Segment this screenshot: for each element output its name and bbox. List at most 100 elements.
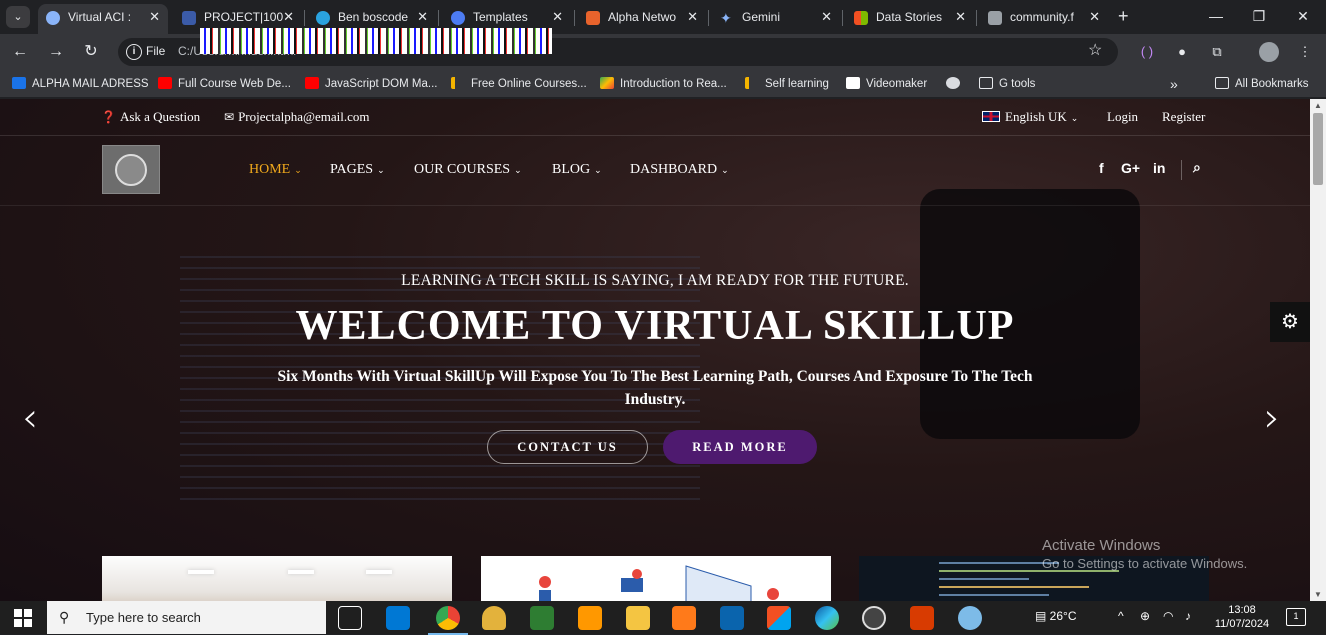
scroll-up-icon[interactable]: ▲: [1314, 101, 1322, 110]
extension-brackets-icon[interactable]: ( ): [1137, 42, 1157, 62]
tab-data-stories[interactable]: Data Stories ✕: [846, 4, 974, 34]
excel-icon[interactable]: [530, 606, 554, 630]
email-link[interactable]: ✉ Projectalpha@email.com: [224, 109, 370, 125]
redacted-overlay: [200, 28, 552, 54]
close-window-button[interactable]: ✕: [1283, 4, 1323, 30]
scroll-down-icon[interactable]: ▼: [1314, 590, 1322, 599]
close-icon[interactable]: ✕: [1089, 4, 1100, 30]
close-icon[interactable]: ✕: [687, 4, 698, 30]
close-icon[interactable]: ✕: [552, 4, 563, 30]
linkedin-icon[interactable]: in: [1153, 160, 1165, 176]
tab-label: Virtual ACI :: [68, 10, 132, 24]
puzzle-icon[interactable]: ⧉: [1207, 42, 1227, 62]
reload-icon[interactable]: ↻: [79, 40, 103, 64]
windows-start-icon[interactable]: [14, 609, 32, 627]
ceiling-light: [366, 570, 392, 574]
settings-gear-icon[interactable]: ⚙: [1270, 302, 1310, 342]
close-icon[interactable]: ✕: [955, 4, 966, 30]
all-bookmarks-folder[interactable]: All Bookmarks: [1215, 75, 1309, 93]
task-view-icon[interactable]: [338, 606, 362, 630]
file-explorer-icon[interactable]: [626, 606, 650, 630]
facebook-icon[interactable]: f: [1099, 160, 1104, 176]
search-icon[interactable]: ⌕: [1193, 160, 1201, 176]
wifi-icon[interactable]: ◠: [1163, 609, 1173, 623]
sublime-icon[interactable]: [578, 606, 602, 630]
restore-button[interactable]: ❐: [1239, 4, 1279, 30]
tab-search-chevron-icon[interactable]: ⌄: [6, 6, 30, 28]
system-clock[interactable]: 13:08 11/07/2024: [1212, 603, 1272, 631]
contact-us-button[interactable]: CONTACT US: [487, 430, 648, 464]
scroll-thumb[interactable]: [1313, 113, 1323, 185]
edge-icon[interactable]: [815, 606, 839, 630]
google-plus-icon[interactable]: G+: [1121, 160, 1140, 176]
tab-alpha-network[interactable]: Alpha Netwo ✕: [578, 4, 706, 34]
microsoft-logo-icon: [854, 11, 868, 25]
taskbar-search-box[interactable]: ⚲ Type here to search: [47, 601, 326, 634]
close-icon[interactable]: ✕: [417, 4, 428, 30]
mail-icon: [12, 77, 26, 89]
bookmark-free-online-courses[interactable]: Free Online Courses...: [451, 75, 587, 93]
volume-icon[interactable]: ♪: [1185, 609, 1191, 623]
tab-community[interactable]: community.f ✕: [980, 4, 1108, 34]
network-globe-icon[interactable]: ⊕: [1140, 609, 1150, 623]
close-icon[interactable]: ✕: [821, 4, 832, 30]
close-icon[interactable]: ✕: [149, 4, 160, 30]
forward-arrow-icon[interactable]: →: [44, 40, 68, 64]
bookmark-globe[interactable]: [946, 75, 966, 93]
back-arrow-icon[interactable]: ←: [8, 40, 32, 64]
nav-our-courses[interactable]: OUR COURSES ⌄: [414, 162, 522, 178]
page-scrollbar[interactable]: ▲ ▼: [1310, 99, 1326, 601]
nav-label: DASHBOARD: [630, 162, 718, 177]
carousel-prev-icon[interactable]: ‹: [22, 395, 38, 441]
new-tab-button[interactable]: +: [1118, 5, 1138, 29]
language-selector[interactable]: English UK ⌄: [982, 109, 1078, 125]
kebab-menu-icon[interactable]: ⋮: [1295, 42, 1315, 62]
tray-chevron-up-icon[interactable]: ^: [1118, 609, 1124, 623]
mail-icon[interactable]: [720, 606, 744, 630]
site-logo[interactable]: [102, 145, 160, 194]
close-icon[interactable]: ✕: [283, 4, 294, 30]
read-more-button[interactable]: READ MORE: [663, 430, 817, 464]
profile-avatar-icon[interactable]: [1259, 42, 1279, 62]
tab-virtual-aci[interactable]: Virtual ACI : ✕: [38, 4, 168, 34]
bookmark-self-learning[interactable]: Self learning: [745, 75, 829, 93]
bookmark-alpha-mail[interactable]: ALPHA MAIL ADRESS: [12, 75, 149, 93]
obs-icon[interactable]: [862, 606, 886, 630]
register-link[interactable]: Register: [1162, 109, 1205, 125]
minimize-button[interactable]: —: [1196, 4, 1236, 30]
bookmark-javascript-dom[interactable]: JavaScript DOM Ma...: [305, 75, 437, 93]
nav-blog[interactable]: BLOG ⌄: [552, 162, 602, 178]
wps-icon[interactable]: [910, 606, 934, 630]
search-placeholder: Type here to search: [86, 610, 201, 625]
vscode-icon[interactable]: [386, 606, 410, 630]
nav-pages[interactable]: PAGES ⌄: [330, 162, 385, 178]
browser-tab-strip: ⌄ Virtual ACI : ✕ PROJECT|100 ✕ Ben bosc…: [0, 0, 1326, 34]
nav-home[interactable]: HOME ⌄: [249, 162, 302, 178]
bookmark-folder-g-tools[interactable]: G tools: [979, 75, 1035, 93]
login-link[interactable]: Login: [1107, 109, 1138, 125]
ask-question-link[interactable]: ❓ Ask a Question: [101, 109, 200, 125]
notification-center-icon[interactable]: 1: [1286, 608, 1306, 626]
bookmark-full-course[interactable]: Full Course Web De...: [158, 75, 291, 93]
extension-circle-icon[interactable]: ●: [1172, 42, 1192, 62]
xampp-icon[interactable]: [672, 606, 696, 630]
chrome-icon[interactable]: [428, 606, 468, 635]
course-card-classroom[interactable]: [102, 556, 452, 601]
paint-icon[interactable]: [958, 606, 982, 630]
carousel-next-icon[interactable]: ›: [1264, 395, 1280, 441]
lamp-app-icon[interactable]: [482, 606, 506, 630]
info-icon[interactable]: i: [126, 44, 142, 60]
microsoft-store-icon[interactable]: [767, 606, 791, 630]
bookmark-star-icon[interactable]: ☆: [1088, 40, 1102, 60]
weather-widget[interactable]: ▤ 26°C: [1035, 609, 1076, 623]
bookmark-videomaker[interactable]: Videomaker: [846, 75, 927, 93]
gemini-sparkle-icon: ✦: [720, 10, 732, 26]
more-bookmarks-chevron[interactable]: »: [1170, 75, 1178, 93]
course-card-illustration[interactable]: [481, 556, 831, 601]
chevron-down-icon: ⌄: [1070, 114, 1079, 124]
site-topbar: ❓ Ask a Question ✉ Projectalpha@email.com …: [0, 99, 1310, 136]
nav-dashboard[interactable]: DASHBOARD ⌄: [630, 162, 729, 178]
file-scheme-label: File: [146, 44, 166, 58]
tab-gemini[interactable]: ✦ Gemini ✕: [712, 4, 840, 34]
bookmark-introduction-to-react[interactable]: Introduction to Rea...: [600, 75, 727, 93]
